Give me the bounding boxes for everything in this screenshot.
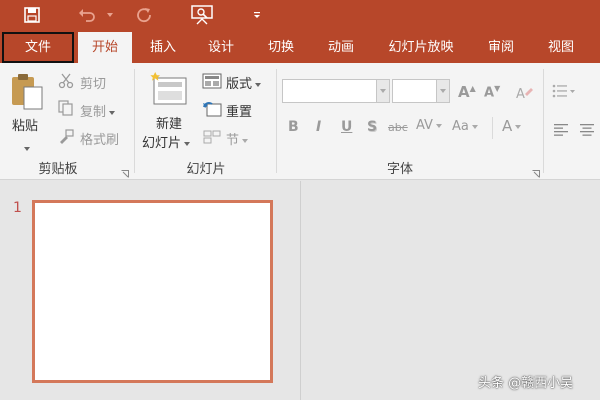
separator <box>543 69 544 173</box>
presenter-icon[interactable] <box>188 3 216 27</box>
change-case-label: Aa <box>452 119 469 134</box>
character-spacing-label: AV <box>416 118 433 133</box>
copy-button[interactable]: 复制 <box>80 101 116 120</box>
quick-access-toolbar <box>0 0 600 32</box>
align-center-icon[interactable] <box>580 121 594 140</box>
slides-group-label: 幻灯片 <box>186 162 226 177</box>
section-button[interactable]: 节 <box>226 129 249 148</box>
change-case-button[interactable]: Aa <box>452 119 478 134</box>
format-painter-button[interactable]: 格式刷 <box>80 129 119 148</box>
new-slide-icon[interactable] <box>150 72 188 112</box>
slide-number: 1 <box>13 200 22 216</box>
section-label: 节 <box>226 133 240 148</box>
layout-icon[interactable] <box>202 73 222 93</box>
undo-icon[interactable] <box>72 3 102 27</box>
copy-label: 复制 <box>80 105 107 120</box>
new-slide-button[interactable]: 幻灯片 <box>142 132 191 151</box>
copy-icon[interactable] <box>58 100 74 120</box>
font-size-dropdown-icon[interactable] <box>436 79 450 103</box>
grow-font-label: A <box>458 83 470 101</box>
clipboard-group-label: 剪贴板 <box>38 162 78 177</box>
save-icon[interactable] <box>18 3 46 27</box>
grow-font-button[interactable]: A▲ <box>458 83 476 101</box>
strikethrough-button[interactable]: abc <box>388 121 408 134</box>
font-color-label: A <box>502 117 513 135</box>
reset-icon[interactable] <box>202 101 222 121</box>
new-slide-label-1[interactable]: 新建 <box>156 113 182 132</box>
tab-slideshow[interactable]: 幻灯片放映 <box>376 32 466 63</box>
tab-animations[interactable]: 动画 <box>312 32 370 63</box>
font-name-input[interactable] <box>282 79 388 103</box>
align-left-icon[interactable] <box>554 121 568 140</box>
undo-dropdown-icon[interactable] <box>104 3 116 27</box>
bold-button[interactable]: B <box>288 119 299 135</box>
shrink-font-label: A <box>484 85 495 101</box>
font-color-button[interactable]: A <box>502 117 522 135</box>
slide-editor-area[interactable] <box>301 181 600 400</box>
paste-button[interactable]: 粘贴 <box>12 115 38 134</box>
new-slide-label-2: 幻灯片 <box>142 136 182 151</box>
tab-transitions[interactable]: 切换 <box>252 32 310 63</box>
layout-label: 版式 <box>226 77 253 92</box>
tab-home[interactable]: 开始 <box>78 32 132 63</box>
separator <box>492 117 493 139</box>
tab-design[interactable]: 设计 <box>194 32 248 63</box>
layout-button[interactable]: 版式 <box>226 73 262 92</box>
font-name-dropdown-icon[interactable] <box>376 79 390 103</box>
character-spacing-button[interactable]: AV <box>416 118 442 133</box>
main-area: 1 <box>0 181 600 400</box>
tab-review[interactable]: 审阅 <box>474 32 528 63</box>
cut-icon[interactable] <box>58 73 74 93</box>
clear-formatting-icon[interactable]: A <box>516 85 534 105</box>
redo-icon[interactable] <box>132 3 156 27</box>
font-group-label: 字体 <box>386 162 413 177</box>
separator <box>134 69 135 173</box>
slide-thumbnail-pane: 1 <box>0 181 301 400</box>
tab-insert[interactable]: 插入 <box>136 32 190 63</box>
shrink-font-button[interactable]: A▼ <box>484 84 500 100</box>
ribbon: 粘贴 剪切 复制 格式刷 剪贴板 新建 幻灯片 版式 重置 节 幻灯片 A▲ A… <box>0 63 600 180</box>
format-painter-icon[interactable] <box>58 128 74 148</box>
watermark: 头条 @赣西小吴 <box>478 376 574 391</box>
svg-text:A: A <box>516 87 525 101</box>
cut-button[interactable]: 剪切 <box>80 73 106 92</box>
reset-button[interactable]: 重置 <box>226 101 252 120</box>
clipboard-launcher-icon[interactable] <box>121 163 129 178</box>
section-icon[interactable] <box>202 129 222 149</box>
separator <box>276 69 277 173</box>
tab-file[interactable]: 文件 <box>2 32 74 63</box>
underline-button[interactable]: U <box>341 119 352 135</box>
paste-dropdown-icon[interactable] <box>24 138 30 157</box>
customize-icon[interactable] <box>250 3 264 27</box>
slide-thumbnail[interactable] <box>32 200 273 383</box>
ribbon-tabs: 文件 开始 插入 设计 切换 动画 幻灯片放映 审阅 视图 <box>0 32 600 63</box>
italic-button[interactable]: I <box>316 119 321 135</box>
font-size-input[interactable] <box>392 79 438 103</box>
tab-view[interactable]: 视图 <box>534 32 588 63</box>
bullets-icon[interactable] <box>552 83 576 103</box>
paste-icon[interactable] <box>10 73 44 117</box>
shadow-button[interactable]: S <box>367 119 377 135</box>
font-launcher-icon[interactable] <box>532 163 540 178</box>
